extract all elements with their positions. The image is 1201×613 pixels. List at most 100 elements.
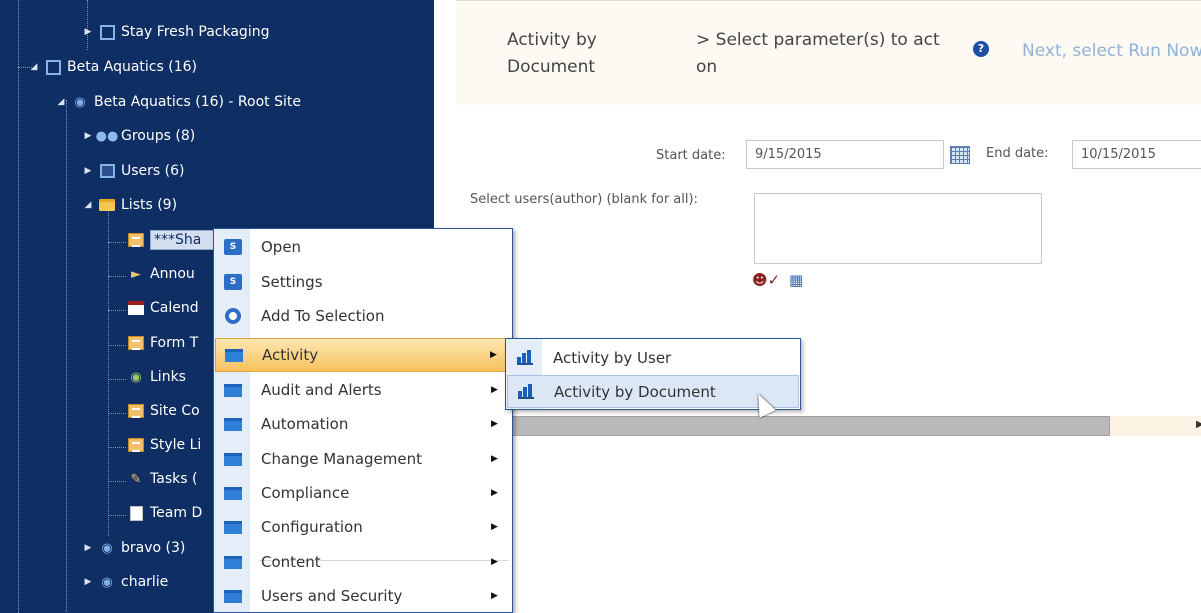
menu-item-label: Users and Security xyxy=(261,587,403,605)
tree-node-label: Users (6) xyxy=(121,163,185,179)
report-panel: Activity by Document > Select parameter(… xyxy=(434,0,1201,613)
expand-arrow-icon[interactable]: ▶ xyxy=(82,577,94,587)
menu-item-label: Content xyxy=(261,553,321,571)
tree-node-charlie[interactable]: ▶ ◉ charlie xyxy=(82,568,169,596)
menu-item-label: Open xyxy=(261,238,302,256)
scroll-right-arrow-icon[interactable]: ▶ xyxy=(1196,419,1201,430)
collapse-arrow-icon[interactable]: ◢ xyxy=(82,200,94,210)
address-book-icon[interactable]: ▦ xyxy=(789,271,803,289)
tree-node-calendar[interactable]: Calend xyxy=(126,294,199,322)
expand-arrow-icon[interactable]: ▶ xyxy=(82,543,94,553)
tree-node-label: Annou xyxy=(150,266,195,282)
horizontal-scrollbar[interactable] xyxy=(510,416,1110,436)
site-collection-icon xyxy=(43,58,63,76)
tasks-icon: ✎ xyxy=(130,471,142,487)
expand-arrow-icon[interactable]: ▶ xyxy=(82,27,94,37)
calendar-icon xyxy=(126,299,146,317)
tree-node-label: Stay Fresh Packaging xyxy=(121,24,270,40)
bar-chart-icon xyxy=(518,383,534,399)
tree-node-groups[interactable]: ▶ ●● Groups (8) xyxy=(82,122,196,150)
calendar-picker-icon[interactable] xyxy=(950,146,970,164)
submenu-item-activity-by-user[interactable]: Activity by User xyxy=(507,341,799,374)
tree-node-links[interactable]: ◉ Links xyxy=(126,363,186,391)
menu-item-settings[interactable]: S Settings xyxy=(215,265,511,299)
collapse-arrow-icon[interactable]: ◢ xyxy=(28,62,40,72)
menu-item-activity[interactable]: Activity ▶ xyxy=(215,338,511,372)
menu-item-configuration[interactable]: Configuration ▶ xyxy=(215,510,511,544)
tree-node-label: Beta Aquatics (16) xyxy=(67,59,197,75)
bar-chart-icon xyxy=(517,349,533,365)
menu-item-label: Add To Selection xyxy=(261,307,385,325)
sharepoint-icon: S xyxy=(224,239,242,255)
tree-node-label: Site Co xyxy=(150,403,200,419)
help-icon[interactable]: ? xyxy=(973,41,989,57)
check-names-icon[interactable]: ☻✓ xyxy=(752,271,780,289)
tree-node-label: Groups (8) xyxy=(121,128,196,144)
menu-item-content[interactable]: Content ▶ xyxy=(215,545,511,579)
folder-icon xyxy=(224,452,242,466)
folder-icon xyxy=(224,520,242,534)
site-icon xyxy=(97,23,117,41)
tree-node-team-discussion[interactable]: Team D xyxy=(126,499,202,527)
menu-item-audit-and-alerts[interactable]: Audit and Alerts ▶ xyxy=(215,373,511,407)
tree-node-label: bravo (3) xyxy=(121,540,186,556)
tree-node-label: Lists (9) xyxy=(121,197,178,213)
menu-item-label: Change Management xyxy=(261,450,423,468)
tree-node-announcements[interactable]: ► Annou xyxy=(126,260,195,288)
menu-item-change-management[interactable]: Change Management ▶ xyxy=(215,442,511,476)
tree-node-label: Form T xyxy=(150,335,199,351)
tree-node-lists[interactable]: ◢ Lists (9) xyxy=(82,191,178,219)
tree-node-style-library[interactable]: Style Li xyxy=(126,431,201,459)
menu-item-users-and-security[interactable]: Users and Security ▶ xyxy=(215,579,511,613)
tree-node-label: Team D xyxy=(150,505,203,521)
start-date-input[interactable] xyxy=(746,140,944,169)
submenu-item-label: Activity by User xyxy=(553,348,672,367)
users-picker-field[interactable] xyxy=(754,193,1042,264)
menu-item-open[interactable]: S Open xyxy=(215,230,511,264)
tree-node-tasks[interactable]: ✎ Tasks ( xyxy=(126,465,198,493)
submenu-arrow-icon: ▶ xyxy=(491,419,498,429)
select-users-label: Select users(author) (blank for all): xyxy=(470,192,698,207)
folder-icon xyxy=(224,417,242,431)
tree-node-stay-fresh-packaging[interactable]: ▶ Stay Fresh Packaging xyxy=(82,18,270,46)
document-library-icon xyxy=(126,402,146,420)
scrollbar-track[interactable] xyxy=(1110,416,1201,436)
links-icon: ◉ xyxy=(130,369,142,385)
tree-node-users[interactable]: ▶ Users (6) xyxy=(82,157,185,185)
folder-icon xyxy=(224,555,242,569)
expand-arrow-icon[interactable]: ▶ xyxy=(82,166,94,176)
tree-node-bravo[interactable]: ▶ ◉ bravo (3) xyxy=(82,534,186,562)
menu-item-label: Automation xyxy=(261,415,349,433)
tree-node-label: Links xyxy=(150,369,186,385)
end-date-label: End date: xyxy=(986,146,1049,161)
expand-arrow-icon[interactable]: ▶ xyxy=(82,131,94,141)
step-instruction: > Select parameter(s) to act on xyxy=(696,30,940,77)
submenu-arrow-icon: ▶ xyxy=(491,522,498,532)
next-step-link[interactable]: Next, select Run Now > xyxy=(1022,41,1201,61)
end-date-input[interactable] xyxy=(1072,140,1201,169)
menu-item-label: Activity xyxy=(262,346,319,364)
collapse-arrow-icon[interactable]: ◢ xyxy=(55,97,67,107)
context-menu: S Open S Settings Add To Selection Activ… xyxy=(213,228,513,613)
tree-node-site-collection[interactable]: Site Co xyxy=(126,397,200,425)
tree-node-label: Tasks ( xyxy=(150,471,198,487)
group-icon: ●● xyxy=(95,128,119,144)
gear-icon xyxy=(225,308,241,324)
sharepoint-icon: S xyxy=(224,274,242,290)
folder-icon xyxy=(224,589,242,603)
tree-node-form-templates[interactable]: Form T xyxy=(126,329,198,357)
tree-node-label: charlie xyxy=(121,574,169,590)
folder-icon xyxy=(224,383,242,397)
tree-node-beta-aquatics[interactable]: ◢ Beta Aquatics (16) xyxy=(28,53,197,81)
folder-icon xyxy=(225,348,243,362)
menu-item-automation[interactable]: Automation ▶ xyxy=(215,407,511,441)
site-hierarchy-icon: ◉ xyxy=(101,540,113,556)
folder-icon xyxy=(224,486,242,500)
open-folder-icon xyxy=(97,196,117,214)
tree-node-label: Beta Aquatics (16) - Root Site xyxy=(94,94,301,110)
menu-item-compliance[interactable]: Compliance ▶ xyxy=(215,476,511,510)
menu-item-add-to-selection[interactable]: Add To Selection xyxy=(215,299,511,333)
tree-node-root-site[interactable]: ◢ ◉ Beta Aquatics (16) - Root Site xyxy=(55,88,301,116)
site-hierarchy-icon: ◉ xyxy=(101,574,113,590)
document-library-icon xyxy=(126,231,146,249)
